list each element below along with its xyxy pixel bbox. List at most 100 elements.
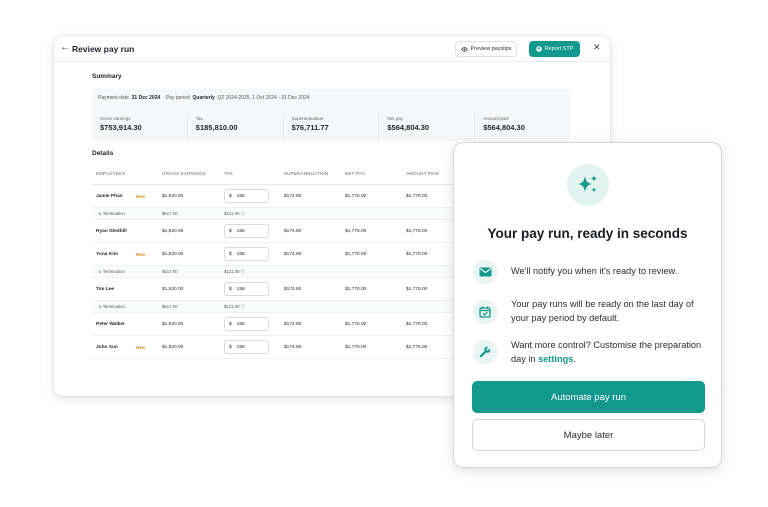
termination-label-cell: ↳ Termination [92, 304, 158, 310]
details-heading: Details [92, 150, 114, 157]
currency-prefix: $ [229, 321, 232, 327]
sparkle-svg [578, 175, 598, 193]
new-badge: New [136, 344, 145, 350]
preview-payslips-button[interactable]: Preview payslips [455, 41, 517, 57]
mail-icon [473, 260, 497, 284]
info-icon: ⓘ [240, 268, 246, 274]
feature-schedule: Your pay runs will be ready on the last … [473, 298, 707, 325]
tax-cell: $158 [220, 247, 280, 261]
feature-control-suffix: . [573, 353, 576, 364]
employee-cell: John Sun New [92, 345, 158, 350]
tax-cell: $158 [220, 189, 280, 203]
summary-card-value: $564,804.30 [387, 123, 430, 132]
gross-cell: $1,520.00 [162, 321, 184, 327]
super-cell: $174.80 [284, 228, 302, 234]
summary-card-value: $753,914.30 [100, 123, 142, 132]
summary-card-value: $76,711.77 [291, 123, 329, 132]
pay-period-type: Quarterly [192, 95, 215, 101]
tax-input[interactable]: $158 [224, 282, 269, 296]
employee-name: Peter Walker [96, 321, 125, 327]
net-cell: $1,776.00 [345, 228, 367, 234]
summary-meta: Payment date 31 Dec 2024 Pay period Quar… [98, 95, 310, 101]
summary-card-paid: Amount paid $564,804.30 [475, 113, 570, 139]
tax-input[interactable]: $158 [224, 340, 269, 354]
summary-card-super: Superannuation $76,711.77 [284, 113, 380, 139]
tax-input[interactable]: $158 [224, 247, 269, 261]
summary-card-value: $185,810.00 [195, 123, 238, 132]
termination-tax-cell: $121.00 ⓘ [220, 304, 280, 310]
summary-card-label: Amount paid [483, 116, 509, 121]
currency-prefix: $ [229, 286, 232, 292]
summary-heading: Summary [92, 73, 122, 80]
summary-card-label: Tax [195, 116, 203, 121]
back-arrow-icon[interactable]: ← [60, 42, 70, 53]
column-header: EMPLOYEES [96, 171, 126, 176]
net-cell: $1,776.00 [345, 193, 367, 199]
summary-card-label: Superannuation [291, 116, 324, 121]
column-header: SUPERANNUATION [284, 171, 329, 176]
termination-tax: $121.00 [224, 268, 240, 274]
employee-cell: Tim Lee [92, 287, 158, 292]
employee-name: Tim Lee [96, 286, 115, 292]
gross-cell: $1,520.00 [162, 228, 184, 234]
net-cell: $1,776.00 [345, 286, 367, 292]
employee-cell: Jamie Phan New [92, 194, 158, 199]
super-cell: $174.80 [284, 193, 302, 199]
summary-panel: Payment date 31 Dec 2024 Pay period Quar… [92, 89, 570, 141]
maybe-later-button[interactable]: Maybe later [472, 419, 705, 451]
super-cell: $174.80 [284, 321, 302, 327]
net-cell: $1,776.00 [345, 344, 367, 350]
gross-cell: $1,520.00 [162, 193, 184, 199]
employee-name: Yuna Kim [96, 251, 118, 257]
new-badge: New [136, 193, 145, 199]
termination-tax-cell: $121.00 ⓘ [220, 211, 280, 217]
report-stp-button[interactable]: Report STP [529, 41, 580, 57]
report-stp-label: Report STP [544, 46, 574, 52]
termination-label: Termination [102, 210, 125, 216]
pay-period-range: Q2 2024-2025, 1 Oct 2024 - 31 Dec 2024 [217, 95, 310, 101]
close-icon[interactable]: ✕ [593, 42, 601, 53]
currency-prefix: $ [229, 193, 232, 199]
gross-cell: $1,520.00 [162, 251, 184, 257]
gross-cell: $1,520.00 [162, 344, 184, 350]
employee-cell: Ryan Gledhill [92, 229, 158, 234]
termination-tax: $121.00 [224, 210, 240, 216]
upload-circle-icon [535, 46, 542, 52]
tax-input[interactable]: $158 [224, 189, 269, 203]
employee-cell: Yuna Kim New [92, 252, 158, 257]
tax-input[interactable]: $158 [224, 317, 269, 331]
window-header: ← Review pay run Preview payslips Report… [54, 36, 610, 62]
stage: ← Review pay run Preview payslips Report… [0, 0, 768, 507]
summary-card-gross: Gross earnings $753,914.30 [92, 113, 188, 139]
employee-name: Ryan Gledhill [96, 228, 127, 234]
net-cell: $1,776.00 [345, 251, 367, 257]
employee-name: Jamie Phan [96, 193, 123, 199]
automate-pay-run-button[interactable]: Automate pay run [472, 381, 705, 413]
tax-cell: $158 [220, 317, 280, 331]
gross-cell: $1,520.00 [162, 286, 184, 292]
tax-cell: $158 [220, 224, 280, 238]
tax-input[interactable]: $158 [224, 224, 269, 238]
tax-value: 158 [236, 193, 245, 199]
tax-cell: $158 [220, 282, 280, 296]
termination-label-cell: ↳ Termination [92, 269, 158, 275]
modal-title: Your pay run, ready in seconds [487, 226, 688, 241]
settings-link[interactable]: settings [538, 354, 573, 364]
tax-value: 158 [236, 286, 245, 292]
column-header: NET PAY [345, 171, 365, 176]
net-cell: $1,776.00 [345, 321, 367, 327]
window-title: Review pay run [72, 44, 135, 54]
sparkle-icon [567, 164, 609, 206]
summary-card-label: Net pay [387, 116, 403, 121]
termination-tax-cell: $121.00 ⓘ [220, 269, 280, 275]
termination-gross: $517.00 [162, 211, 178, 216]
column-header: TAX [224, 171, 234, 176]
summary-card-label: Gross earnings [100, 116, 131, 121]
tax-value: 158 [236, 344, 245, 350]
eye-icon [460, 46, 468, 52]
termination-gross: $517.00 [162, 269, 178, 274]
calendar-check-icon [473, 300, 497, 324]
super-cell: $174.80 [284, 286, 302, 292]
feature-schedule-text: Your pay runs will be ready on the last … [511, 299, 694, 323]
feature-notify: We'll notify you when it's ready to revi… [473, 260, 707, 284]
